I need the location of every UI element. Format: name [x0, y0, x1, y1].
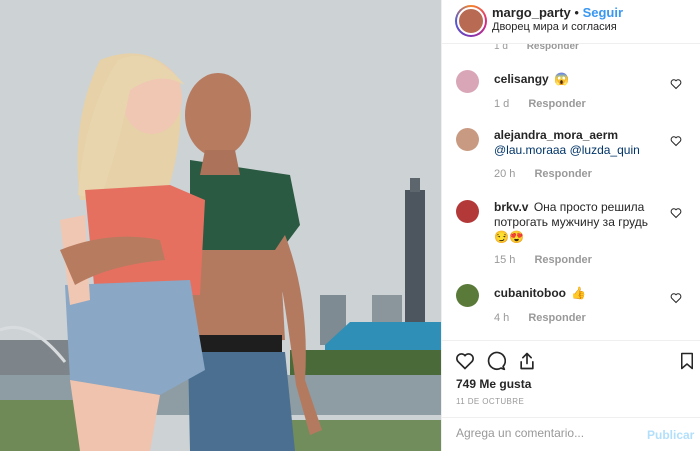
- commenter-avatar[interactable]: [456, 128, 479, 151]
- mention-link[interactable]: @luzda_quin: [570, 143, 640, 157]
- comment-time[interactable]: 1 d: [494, 44, 508, 52]
- comment-meta: 4 h Responder: [494, 312, 586, 324]
- comment-icon[interactable]: [486, 351, 506, 371]
- share-icon[interactable]: [517, 351, 537, 371]
- commenter-avatar[interactable]: [456, 284, 479, 307]
- commenter-username[interactable]: alejandra_mora_aerm: [494, 128, 662, 143]
- comment-emojis: 😏😍: [494, 230, 524, 244]
- comment-text: brkv.v Она просто решила потрогать мужчи…: [494, 200, 664, 245]
- comment-meta: 1 d Responder: [494, 98, 586, 110]
- comment-meta-partial: 1 d Responder: [494, 44, 579, 52]
- comment-time[interactable]: 1 d: [494, 98, 509, 110]
- author-username[interactable]: margo_party: [492, 5, 571, 20]
- commenter-avatar[interactable]: [456, 70, 479, 93]
- comment-text: cubanitoboo 👍: [494, 286, 664, 301]
- reply-button[interactable]: Responder: [528, 312, 585, 324]
- comment-text: celisangy 😱: [494, 72, 664, 87]
- reply-button[interactable]: Responder: [534, 168, 591, 180]
- reply-button[interactable]: Responder: [527, 44, 579, 52]
- comments-list[interactable]: 1 d Responder celisangy 😱 1 d Responder …: [442, 44, 700, 340]
- post-sidebar: margo_party • Seguir Дворец мира и согла…: [441, 0, 700, 451]
- reply-button[interactable]: Responder: [528, 98, 585, 110]
- heart-icon[interactable]: [670, 207, 682, 219]
- commenter-username[interactable]: celisangy: [494, 72, 549, 86]
- heart-icon[interactable]: [670, 135, 682, 147]
- commenter-username[interactable]: cubanitoboo: [494, 286, 566, 300]
- comment-text: alejandra_mora_aerm @lau.moraaa @luzda_q…: [494, 128, 664, 158]
- reply-button[interactable]: Responder: [534, 254, 591, 266]
- comment-body: 😱: [554, 72, 569, 86]
- heart-icon[interactable]: [670, 78, 682, 90]
- publish-button[interactable]: Publicar: [647, 428, 694, 442]
- post-date[interactable]: 11 DE OCTUBRE: [456, 397, 524, 406]
- post-image: [0, 0, 441, 451]
- comment-meta: 15 h Responder: [494, 254, 592, 266]
- post-photo[interactable]: [0, 0, 441, 451]
- heart-icon[interactable]: [455, 351, 475, 371]
- bookmark-icon[interactable]: [678, 351, 696, 371]
- commenter-avatar[interactable]: [456, 200, 479, 223]
- commenter-username[interactable]: brkv.v: [494, 200, 528, 214]
- post-location[interactable]: Дворец мира и согласия: [492, 21, 617, 33]
- comment-time[interactable]: 4 h: [494, 312, 509, 324]
- mention-link[interactable]: @lau.moraaa: [494, 143, 566, 157]
- separator-dot: •: [574, 5, 579, 20]
- follow-button[interactable]: Seguir: [583, 5, 623, 20]
- heart-icon[interactable]: [670, 292, 682, 304]
- author-avatar[interactable]: [455, 5, 487, 37]
- comment-time[interactable]: 20 h: [494, 168, 515, 180]
- post-header: margo_party • Seguir Дворец мира и согла…: [442, 0, 700, 44]
- likes-count[interactable]: 749 Me gusta: [456, 377, 531, 391]
- comment-input[interactable]: [456, 426, 636, 440]
- comment-body: 👍: [571, 286, 587, 300]
- add-comment-bar: Publicar: [442, 417, 700, 451]
- author-line: margo_party • Seguir: [492, 5, 623, 20]
- comment-meta: 20 h Responder: [494, 168, 592, 180]
- comment-time[interactable]: 15 h: [494, 254, 515, 266]
- post-actions: 749 Me gusta 11 DE OCTUBRE: [442, 340, 700, 417]
